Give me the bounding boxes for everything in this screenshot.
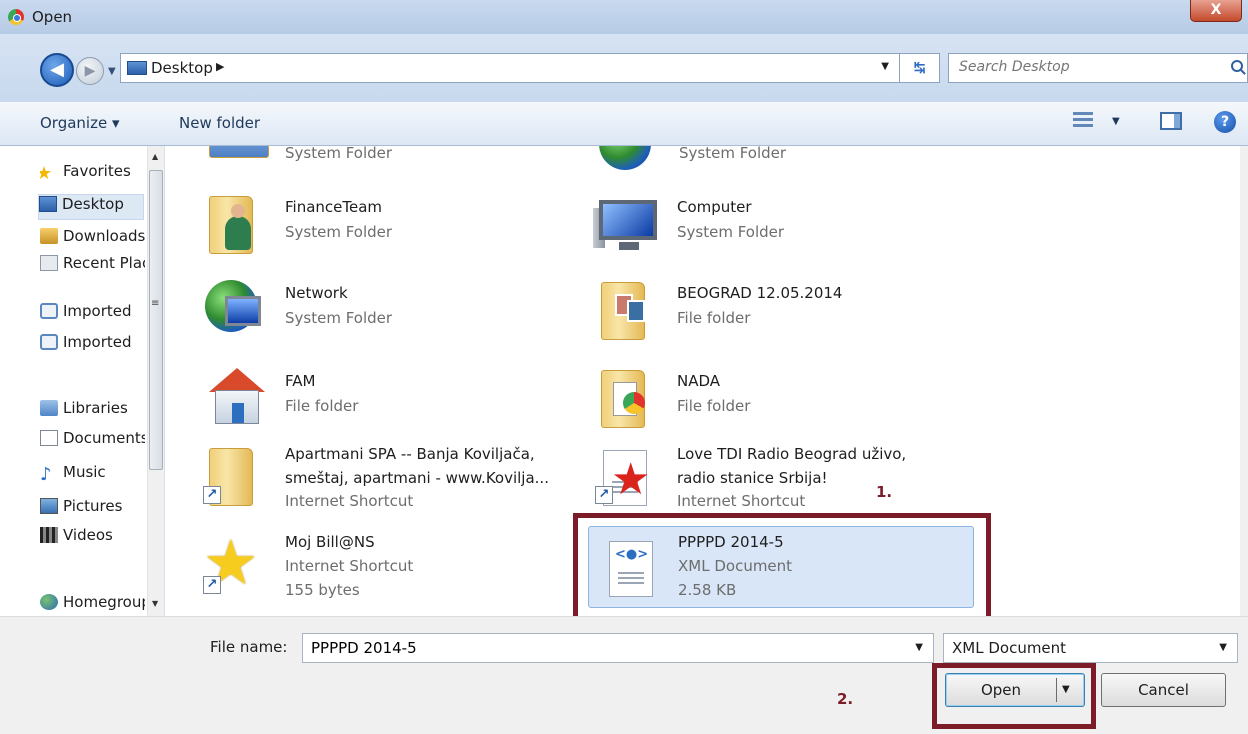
partial-globe-icon xyxy=(595,146,665,188)
photo-folder-icon xyxy=(593,274,663,346)
file-type-dropdown-icon[interactable]: ▼ xyxy=(1219,642,1227,653)
partial-folder-icon xyxy=(201,146,271,188)
search-input[interactable] xyxy=(959,59,1209,75)
chrome-icon xyxy=(8,9,24,25)
nav-item-imported-2[interactable]: Imported xyxy=(40,333,145,359)
user-folder-icon xyxy=(201,188,271,260)
change-view-icon[interactable] xyxy=(1073,112,1093,130)
nav-item-favorites[interactable]: ★ Favorites xyxy=(40,162,145,188)
list-item[interactable]: System Folder xyxy=(201,146,561,162)
search-icon[interactable] xyxy=(1231,60,1243,72)
preview-pane-icon[interactable] xyxy=(1160,112,1182,130)
title-bar: Open X xyxy=(0,0,1248,34)
star-icon: ★ xyxy=(40,163,53,184)
videos-icon xyxy=(40,527,58,543)
nav-item-downloads[interactable]: Downloads xyxy=(40,227,145,253)
back-button[interactable]: ◀ xyxy=(40,53,74,87)
downloads-icon xyxy=(40,228,58,244)
file-type-value: XML Document xyxy=(952,639,1067,657)
scroll-down-icon[interactable]: ▼ xyxy=(152,599,158,608)
cancel-button[interactable]: Cancel xyxy=(1101,673,1226,707)
file-name-input[interactable] xyxy=(311,639,891,657)
shortcut-arrow-icon: ↗ xyxy=(203,576,221,594)
help-icon[interactable]: ? xyxy=(1214,111,1236,133)
recent-locations-dropdown-icon[interactable]: ▼ xyxy=(108,66,116,77)
open-options-dropdown-icon[interactable]: ▼ xyxy=(1062,674,1070,706)
nav-item-music[interactable]: ♪ Music xyxy=(40,463,145,489)
list-item-love-tdi-radio[interactable]: ★ ↗ Love TDI Radio Beograd uživo, radio s… xyxy=(593,440,973,522)
view-options-dropdown-icon[interactable]: ▼ xyxy=(1112,116,1120,127)
annotation-box-step1 xyxy=(573,513,991,625)
shortcut-arrow-icon: ↗ xyxy=(203,486,221,504)
list-item-nada[interactable]: NADA File folder xyxy=(593,362,953,442)
nav-item-documents[interactable]: Documents xyxy=(40,429,145,455)
nav-item-videos[interactable]: Videos xyxy=(40,526,145,552)
nav-item-libraries[interactable]: Libraries xyxy=(40,399,145,425)
scrollbar-grip-icon: ≡ xyxy=(151,298,160,309)
breadcrumb-desktop[interactable]: Desktop xyxy=(151,59,213,77)
file-list-scrollbar[interactable] xyxy=(1240,146,1248,616)
open-button[interactable]: Open ▼ xyxy=(945,673,1085,707)
radio-shortcut-icon: ★ ↗ xyxy=(593,440,663,512)
scroll-up-icon[interactable]: ▲ xyxy=(152,152,158,161)
music-icon: ♪ xyxy=(40,464,52,485)
window-title: Open xyxy=(32,8,73,26)
scrollbar-thumb[interactable] xyxy=(149,170,163,470)
shortcut-folder-icon: ↗ xyxy=(201,440,271,512)
home-icon xyxy=(201,362,271,434)
list-item-apartmani[interactable]: ↗ Apartmani SPA -- Banja Koviljača, smeš… xyxy=(201,440,581,522)
pictures-icon xyxy=(40,498,58,514)
libraries-icon xyxy=(40,400,58,416)
computer-icon xyxy=(593,188,663,260)
shortcut-arrow-icon: ↗ xyxy=(595,486,613,504)
list-item-moj-bill[interactable]: ★ ↗ Moj Bill@NS Internet Shortcut 155 byt… xyxy=(201,530,581,610)
imported-icon xyxy=(40,303,58,319)
homegroup-icon xyxy=(40,594,58,610)
star-shortcut-icon: ★ ↗ xyxy=(203,526,259,599)
nav-item-pictures[interactable]: Pictures xyxy=(40,497,145,523)
desktop-icon xyxy=(39,196,57,212)
nav-item-desktop[interactable]: Desktop xyxy=(38,194,144,220)
breadcrumb-arrow-icon[interactable]: ▶ xyxy=(216,60,224,73)
annotation-step1: 1. xyxy=(876,483,893,501)
documents-icon xyxy=(40,430,58,446)
imported-icon xyxy=(40,334,58,350)
list-item-network[interactable]: Network System Folder xyxy=(201,274,561,354)
recent-places-icon xyxy=(40,255,58,271)
document-folder-icon xyxy=(593,362,663,434)
address-bar[interactable]: Desktop ▶ ▼ xyxy=(120,53,900,83)
file-name-label: File name: xyxy=(210,638,288,656)
list-item-financeteam[interactable]: FinanceTeam System Folder xyxy=(201,188,561,268)
file-name-field[interactable]: ▼ xyxy=(302,633,934,663)
file-type-select[interactable]: XML Document ▼ xyxy=(943,633,1238,663)
address-dropdown-icon[interactable]: ▼ xyxy=(881,61,889,72)
navigation-pane: ★Favorites Desktop Downloads Recent Plac… xyxy=(0,146,165,616)
refresh-button[interactable]: ↹ xyxy=(900,53,940,83)
navigation-scrollbar[interactable]: ▲ ≡ ▼ xyxy=(147,146,164,616)
organize-button[interactable]: Organize ▾ xyxy=(40,114,120,132)
list-item[interactable]: System Folder xyxy=(595,146,955,170)
search-box[interactable] xyxy=(948,53,1248,83)
annotation-step2: 2. xyxy=(837,690,854,708)
network-icon xyxy=(201,274,271,346)
close-button[interactable]: X xyxy=(1190,0,1242,22)
list-item-fam[interactable]: FAM File folder xyxy=(201,362,561,442)
forward-button[interactable]: ▶ xyxy=(76,57,104,85)
nav-item-imported-1[interactable]: Imported xyxy=(40,302,145,328)
command-toolbar: Organize ▾ New folder xyxy=(0,102,1248,146)
desktop-icon xyxy=(127,61,147,75)
file-name-dropdown-icon[interactable]: ▼ xyxy=(915,642,923,653)
list-item-beograd[interactable]: BEOGRAD 12.05.2014 File folder xyxy=(593,274,953,354)
list-item-computer[interactable]: Computer System Folder xyxy=(593,188,953,268)
new-folder-button[interactable]: New folder xyxy=(179,114,260,132)
nav-item-recent-places[interactable]: Recent Places xyxy=(40,254,145,280)
